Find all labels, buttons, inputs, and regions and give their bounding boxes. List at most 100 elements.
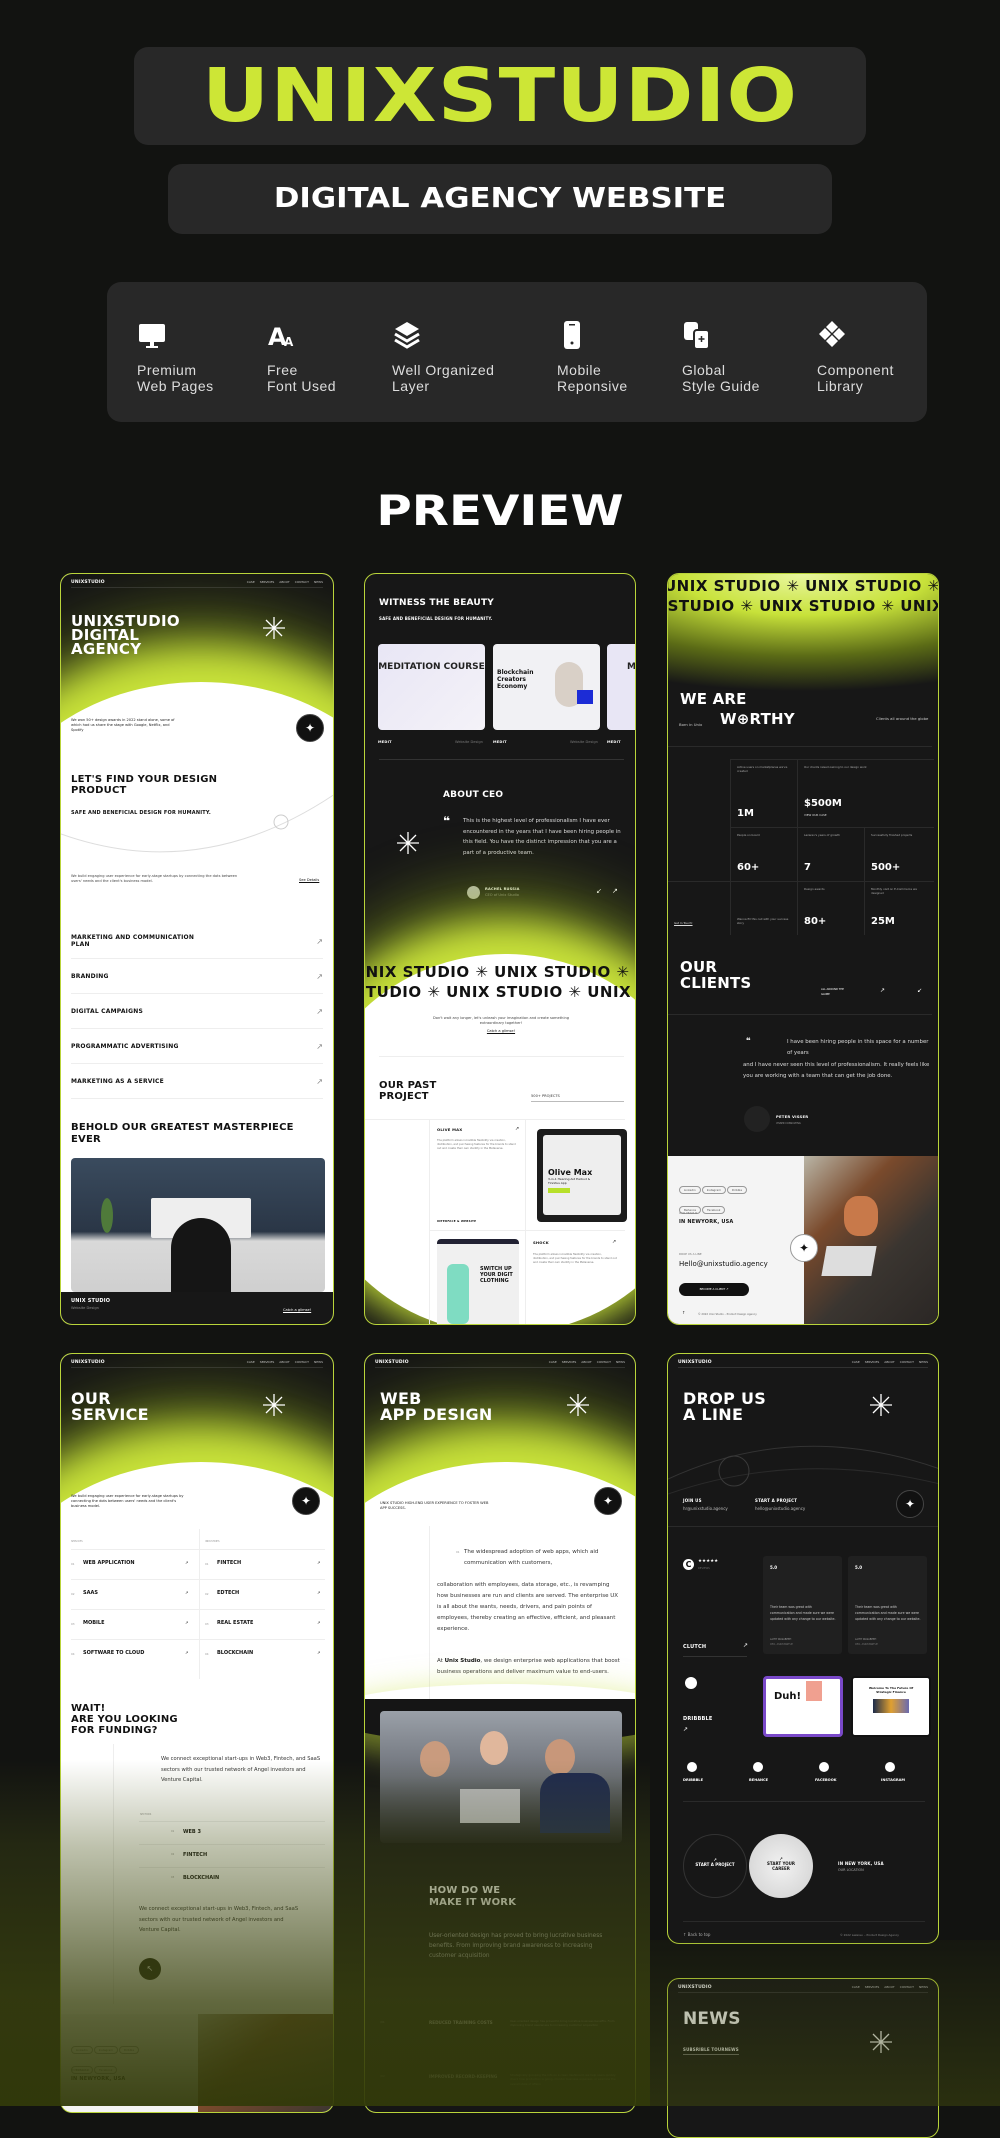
team-photo bbox=[198, 2014, 333, 2112]
features-panel: Premium Web Pages AA Free Font Used Well… bbox=[107, 282, 927, 422]
social-link[interactable]: FACEBOOK bbox=[815, 1762, 881, 1782]
stat-cell: Monthly visit on E-Commerce we designed 2… bbox=[864, 881, 934, 935]
project-name-shock[interactable]: SHOCK bbox=[533, 1240, 549, 1245]
social-chip[interactable]: Facebook bbox=[94, 2066, 118, 2074]
monitor-icon bbox=[139, 324, 165, 348]
next-arrow-icon[interactable]: ↗ bbox=[612, 887, 618, 895]
dribbble-shot-2[interactable]: Welcome To The Future Of Strategic Finan… bbox=[851, 1676, 931, 1737]
sector-item[interactable]: 03 BLOCKCHAIN bbox=[139, 1867, 325, 1890]
social-chip[interactable]: Linkedin bbox=[71, 2046, 93, 2054]
services-label: SERVICES bbox=[71, 1540, 83, 1543]
contact-email[interactable]: Hello@unixstudio.agency bbox=[679, 1260, 768, 1268]
shock-shot[interactable]: SWITCH UP YOUR DIGIT CLOTHING bbox=[437, 1239, 519, 1324]
footer-block: Linkedin Instagram DribbleBehance Facebook … bbox=[61, 2014, 333, 2112]
project-email[interactable]: hello@unixstudio.agency bbox=[755, 1506, 805, 1511]
feature-label: Global Style Guide bbox=[682, 362, 760, 394]
service-row: 04 SOFTWARE TO CLOUD ↗ 04 BLOCKCHAIN ↗ bbox=[71, 1639, 325, 1669]
asterisk-icon bbox=[263, 617, 285, 639]
clutch-link[interactable]: CLUTCH bbox=[683, 1644, 706, 1650]
preview-webapp[interactable]: UNIXSTUDIO CASE SERVICES ABOUT CONTACT NEWS W… bbox=[364, 1353, 636, 2113]
back-to-top-link[interactable]: ↑ Back to top bbox=[683, 1932, 710, 1937]
catch-glimse-link[interactable]: Catch a glimse! bbox=[283, 1308, 311, 1313]
preview-news[interactable]: UNIXSTUDIO CASE SERVICES ABOUT CONTACT NEWS N… bbox=[667, 1978, 939, 2138]
social-chip[interactable]: Dribble bbox=[118, 2046, 140, 2054]
social-chip[interactable]: Instagram bbox=[93, 2046, 118, 2054]
prev-arrow-icon[interactable]: ↙ bbox=[917, 987, 922, 994]
star-badge-icon[interactable]: ✦ bbox=[594, 1487, 622, 1515]
social-chip[interactable]: Facebook bbox=[702, 1206, 726, 1214]
dribbble-logo-icon bbox=[685, 1677, 697, 1689]
sector-item[interactable]: 02 FINTECH bbox=[139, 1844, 325, 1867]
clients-label: Clients all around the globe bbox=[876, 716, 929, 721]
service-item[interactable]: MARKETING AS A SERVICE ↗ bbox=[71, 1064, 323, 1099]
slide-third[interactable]: M bbox=[607, 644, 635, 730]
social-link[interactable]: INSTAGRAM bbox=[881, 1762, 938, 1782]
become-client-button[interactable]: BECOME A CLIENT ↗ bbox=[679, 1283, 749, 1296]
hero-title: UNIXSTUDIO DIGITAL AGENCY bbox=[71, 612, 180, 658]
arrow-up-right-icon: ↗ bbox=[316, 971, 323, 981]
service-item[interactable]: PROGRAMMATIC ADVERTISING ↗ bbox=[71, 1029, 323, 1064]
next-arrow-icon[interactable]: ↗ bbox=[880, 987, 885, 994]
nav-case[interactable]: CASE bbox=[247, 580, 255, 584]
star-badge-icon[interactable]: ✦ bbox=[790, 1234, 818, 1262]
preview-beauty[interactable]: WITNESS THE BEAUTY SAFE AND BENEFICIAL D… bbox=[364, 573, 636, 1325]
see-details-link[interactable]: See Details bbox=[299, 878, 319, 883]
preview-contact[interactable]: UNIXSTUDIO CASE SERVICES ABOUT CONTACT NEWS D… bbox=[667, 1353, 939, 1944]
back-to-top-icon[interactable]: ↑ bbox=[682, 1310, 685, 1315]
sector-item[interactable]: 01 WEB 3 bbox=[139, 1821, 325, 1844]
dribbble-link[interactable]: DRIBBBLE bbox=[683, 1716, 713, 1722]
nav-about[interactable]: ABOUT bbox=[279, 580, 289, 584]
sector-list: 01 WEB 3 02 FINTECH 03 BLOCKCHAIN bbox=[139, 1821, 325, 1890]
service-item[interactable]: BRANDING ↗ bbox=[71, 959, 323, 994]
preview-worthy[interactable]: UNIX STUDIO ✳ UNIX STUDIO ✳ UNIX STUDIO … bbox=[667, 573, 939, 1325]
news-subscribe[interactable]: SUBSRIBLE TOURNEWS bbox=[683, 2047, 739, 2055]
social-chip[interactable]: Instagram bbox=[701, 1186, 726, 1194]
nav-services[interactable]: SERVICES bbox=[260, 580, 275, 584]
join-email[interactable]: hr@unixstudio.agency bbox=[683, 1506, 728, 1511]
clients-subtitle: ALL AROUND THE GLOBE bbox=[821, 988, 844, 996]
contact-footer: Linkedin Instagram DribbleBehance Facebook … bbox=[668, 1156, 804, 1324]
project-desc: The platform allows incredible flexibili… bbox=[437, 1139, 516, 1150]
olive-max-shot[interactable]: Olive Max 3-in-1 Hearing Aid Earbud & Tin… bbox=[537, 1129, 627, 1222]
star-badge-icon[interactable]: ✦ bbox=[296, 714, 324, 742]
service-item[interactable]: DIGITAL CAMPAIGNS ↗ bbox=[71, 994, 323, 1029]
slide-tag: Website Design bbox=[570, 740, 598, 744]
asterisk-icon bbox=[567, 1394, 589, 1416]
slide-blockchain[interactable]: Blockchain Creators Economy bbox=[493, 644, 600, 730]
beauty-title: WITNESS THE BEAUTY bbox=[379, 598, 495, 608]
testimonial-lead: I have been hiring people in this space … bbox=[787, 1039, 929, 1056]
team-location: IN NEWYORK, USA bbox=[71, 2076, 126, 2082]
team-photo bbox=[804, 1156, 938, 1324]
prev-arrow-icon[interactable]: ↙ bbox=[596, 887, 602, 895]
start-project-button[interactable]: ↗ START A PROJECT bbox=[683, 1834, 747, 1898]
slide-tag: Website Design bbox=[455, 740, 483, 744]
worthy-title-1: WE ARE bbox=[680, 690, 747, 708]
slide-meditation[interactable]: MEDITATION COURSE bbox=[378, 644, 485, 730]
service-row: 02 SAAS ↗ 02 EDTECH ↗ bbox=[71, 1579, 325, 1609]
preview-home[interactable]: UNIXSTUDIO CASE SERVICES ABOUT CONTACT NEWS … bbox=[60, 573, 334, 1325]
testimonial-body: and I have never seen this level of prof… bbox=[743, 1062, 930, 1079]
start-career-button[interactable]: ↗ START YOUR CAREER bbox=[749, 1834, 813, 1898]
service-item[interactable]: MARKETING AND COMMUNICATION PLAN ↗ bbox=[71, 924, 323, 959]
dribbble-shot-1[interactable]: Duh! bbox=[763, 1676, 843, 1737]
cta-link[interactable]: Catch a glimse! bbox=[475, 1029, 527, 1034]
layers-icon bbox=[394, 322, 420, 349]
feature-label: Well Organized Layer bbox=[392, 362, 495, 394]
star-badge-icon[interactable]: ✦ bbox=[896, 1490, 924, 1518]
social-chip[interactable]: Linkedin bbox=[679, 1186, 701, 1194]
project-name-olive[interactable]: OLIVE MAX bbox=[437, 1127, 462, 1132]
social-chip[interactable]: Dribble bbox=[726, 1186, 748, 1194]
project-tag: INTERFACE & WEBSITE bbox=[437, 1219, 477, 1223]
nav-logo[interactable]: UNIXSTUDIO bbox=[71, 580, 105, 587]
arrow-up-right-icon: ↗ bbox=[515, 1126, 520, 1132]
nav-contact[interactable]: CONTACT bbox=[295, 580, 309, 584]
reviews-label: REVIEWS bbox=[698, 1567, 710, 1570]
social-link[interactable]: DRIBBBLE bbox=[683, 1762, 749, 1782]
nav-bar: UNIXSTUDIO CASE SERVICES ABOUT CONTACT NEWS bbox=[678, 1360, 928, 1368]
feature-mobile-responsive: Mobile Reponsive bbox=[557, 320, 677, 394]
star-badge-icon[interactable]: ✦ bbox=[292, 1487, 320, 1515]
arrow-up-left-button[interactable]: ↖ bbox=[139, 1958, 161, 1980]
nav-news[interactable]: NEWS bbox=[314, 580, 323, 584]
preview-service[interactable]: UNIXSTUDIO CASE SERVICES ABOUT CONTACT NEWS O… bbox=[60, 1353, 334, 2113]
social-link[interactable]: BEHANCE bbox=[749, 1762, 815, 1782]
